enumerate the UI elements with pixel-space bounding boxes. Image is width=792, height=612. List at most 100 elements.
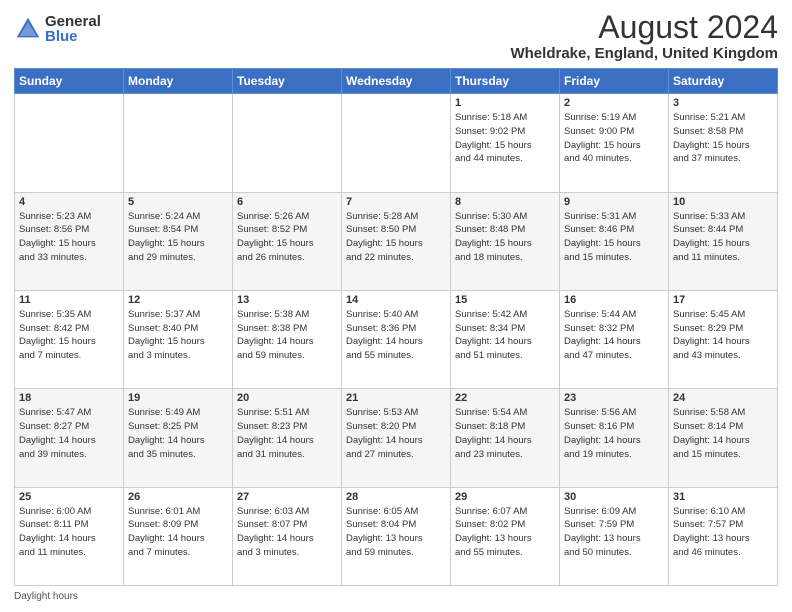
- day-number: 12: [128, 294, 228, 306]
- title-block: August 2024 Wheldrake, England, United K…: [510, 10, 778, 62]
- day-number: 6: [237, 196, 337, 208]
- day-number: 18: [19, 392, 119, 404]
- weekday-header: Wednesday: [342, 69, 451, 94]
- calendar-cell: 14 Sunrise: 5:40 AM Sunset: 8:36 PM Dayli…: [342, 290, 451, 388]
- day-info: Sunrise: 5:37 AM Sunset: 8:40 PM Dayligh…: [128, 308, 228, 363]
- day-info: Sunrise: 5:31 AM Sunset: 8:46 PM Dayligh…: [564, 210, 664, 265]
- calendar-week-row: 18 Sunrise: 5:47 AM Sunset: 8:27 PM Dayli…: [15, 389, 778, 487]
- day-info: Sunrise: 5:38 AM Sunset: 8:38 PM Dayligh…: [237, 308, 337, 363]
- day-number: 8: [455, 196, 555, 208]
- calendar-table: SundayMondayTuesdayWednesdayThursdayFrid…: [14, 68, 778, 586]
- calendar-cell: 23 Sunrise: 5:56 AM Sunset: 8:16 PM Dayli…: [560, 389, 669, 487]
- calendar-week-row: 4 Sunrise: 5:23 AM Sunset: 8:56 PM Daylig…: [15, 192, 778, 290]
- daylight-label: Daylight hours: [14, 591, 78, 602]
- weekday-header: Monday: [124, 69, 233, 94]
- day-info: Sunrise: 5:21 AM Sunset: 8:58 PM Dayligh…: [673, 111, 773, 166]
- day-number: 17: [673, 294, 773, 306]
- day-number: 30: [564, 491, 664, 503]
- day-number: 5: [128, 196, 228, 208]
- month-title: August 2024: [510, 10, 778, 45]
- day-info: Sunrise: 5:56 AM Sunset: 8:16 PM Dayligh…: [564, 406, 664, 461]
- calendar-cell: 20Sunrise: 5:51 AM Sunset: 8:23 PM Dayli…: [233, 389, 342, 487]
- day-number: 28: [346, 491, 446, 503]
- day-info: Sunrise: 5:23 AM Sunset: 8:56 PM Dayligh…: [19, 210, 119, 265]
- day-number: 19: [128, 392, 228, 404]
- day-info: Sunrise: 5:18 AM Sunset: 9:02 PM Dayligh…: [455, 111, 555, 166]
- day-info: Sunrise: 5:58 AM Sunset: 8:14 PM Dayligh…: [673, 406, 773, 461]
- day-info: Sunrise: 5:40 AM Sunset: 8:36 PM Dayligh…: [346, 308, 446, 363]
- day-number: 20: [237, 392, 337, 404]
- day-info: Sunrise: 6:10 AM Sunset: 7:57 PM Dayligh…: [673, 505, 773, 560]
- day-number: 21: [346, 392, 446, 404]
- calendar-week-row: 25 Sunrise: 6:00 AM Sunset: 8:11 PM Dayli…: [15, 487, 778, 585]
- calendar-cell: 17 Sunrise: 5:45 AM Sunset: 8:29 PM Dayli…: [669, 290, 778, 388]
- footer-row: Daylight hours: [14, 591, 778, 602]
- day-number: 31: [673, 491, 773, 503]
- day-info: Sunrise: 6:00 AM Sunset: 8:11 PM Dayligh…: [19, 505, 119, 560]
- day-number: 23: [564, 392, 664, 404]
- day-number: 10: [673, 196, 773, 208]
- calendar-cell: 16Sunrise: 5:44 AM Sunset: 8:32 PM Dayli…: [560, 290, 669, 388]
- calendar-cell: 26Sunrise: 6:01 AM Sunset: 8:09 PM Dayli…: [124, 487, 233, 585]
- calendar-cell: 24Sunrise: 5:58 AM Sunset: 8:14 PM Dayli…: [669, 389, 778, 487]
- calendar-cell: 8Sunrise: 5:30 AM Sunset: 8:48 PM Daylig…: [451, 192, 560, 290]
- day-number: 26: [128, 491, 228, 503]
- logo-general: General: [45, 14, 101, 29]
- day-number: 9: [564, 196, 664, 208]
- calendar-cell: 12 Sunrise: 5:37 AM Sunset: 8:40 PM Dayli…: [124, 290, 233, 388]
- page: General Blue August 2024 Wheldrake, Engl…: [0, 0, 792, 612]
- day-number: 29: [455, 491, 555, 503]
- calendar-cell: 28Sunrise: 6:05 AM Sunset: 8:04 PM Dayli…: [342, 487, 451, 585]
- calendar-cell: 4 Sunrise: 5:23 AM Sunset: 8:56 PM Daylig…: [15, 192, 124, 290]
- calendar-cell: 25 Sunrise: 6:00 AM Sunset: 8:11 PM Dayli…: [15, 487, 124, 585]
- logo-text: General Blue: [45, 14, 101, 44]
- day-info: Sunrise: 5:45 AM Sunset: 8:29 PM Dayligh…: [673, 308, 773, 363]
- day-number: 22: [455, 392, 555, 404]
- location: Wheldrake, England, United Kingdom: [510, 45, 778, 62]
- day-info: Sunrise: 5:26 AM Sunset: 8:52 PM Dayligh…: [237, 210, 337, 265]
- footer: Daylight hours: [14, 591, 778, 602]
- calendar-cell: 22 Sunrise: 5:54 AM Sunset: 8:18 PM Dayli…: [451, 389, 560, 487]
- day-number: 2: [564, 97, 664, 109]
- day-info: Sunrise: 5:28 AM Sunset: 8:50 PM Dayligh…: [346, 210, 446, 265]
- calendar-cell: 27Sunrise: 6:03 AM Sunset: 8:07 PM Dayli…: [233, 487, 342, 585]
- logo-blue: Blue: [45, 29, 101, 44]
- weekday-header: Sunday: [15, 69, 124, 94]
- calendar-cell: 21 Sunrise: 5:53 AM Sunset: 8:20 PM Dayli…: [342, 389, 451, 487]
- calendar-cell: 13 Sunrise: 5:38 AM Sunset: 8:38 PM Dayli…: [233, 290, 342, 388]
- calendar-cell: 29 Sunrise: 6:07 AM Sunset: 8:02 PM Dayli…: [451, 487, 560, 585]
- day-number: 15: [455, 294, 555, 306]
- calendar-cell: 30 Sunrise: 6:09 AM Sunset: 7:59 PM Dayli…: [560, 487, 669, 585]
- calendar-cell: 2 Sunrise: 5:19 AM Sunset: 9:00 PM Daylig…: [560, 94, 669, 192]
- day-info: Sunrise: 5:42 AM Sunset: 8:34 PM Dayligh…: [455, 308, 555, 363]
- calendar-cell: 6 Sunrise: 5:26 AM Sunset: 8:52 PM Daylig…: [233, 192, 342, 290]
- calendar-cell: 18 Sunrise: 5:47 AM Sunset: 8:27 PM Dayli…: [15, 389, 124, 487]
- day-info: Sunrise: 5:44 AM Sunset: 8:32 PM Dayligh…: [564, 308, 664, 363]
- calendar-week-row: 1 Sunrise: 5:18 AM Sunset: 9:02 PM Daylig…: [15, 94, 778, 192]
- day-info: Sunrise: 5:19 AM Sunset: 9:00 PM Dayligh…: [564, 111, 664, 166]
- logo-icon: [14, 15, 42, 43]
- day-number: 13: [237, 294, 337, 306]
- day-info: Sunrise: 6:03 AM Sunset: 8:07 PM Dayligh…: [237, 505, 337, 560]
- day-number: 25: [19, 491, 119, 503]
- calendar-cell: 5Sunrise: 5:24 AM Sunset: 8:54 PM Daylig…: [124, 192, 233, 290]
- day-number: 1: [455, 97, 555, 109]
- day-info: Sunrise: 5:53 AM Sunset: 8:20 PM Dayligh…: [346, 406, 446, 461]
- calendar-cell: [233, 94, 342, 192]
- day-info: Sunrise: 6:09 AM Sunset: 7:59 PM Dayligh…: [564, 505, 664, 560]
- calendar-cell: [124, 94, 233, 192]
- calendar-cell: 9 Sunrise: 5:31 AM Sunset: 8:46 PM Daylig…: [560, 192, 669, 290]
- day-number: 14: [346, 294, 446, 306]
- calendar-cell: 10Sunrise: 5:33 AM Sunset: 8:44 PM Dayli…: [669, 192, 778, 290]
- calendar-cell: [15, 94, 124, 192]
- weekday-header: Saturday: [669, 69, 778, 94]
- day-info: Sunrise: 5:54 AM Sunset: 8:18 PM Dayligh…: [455, 406, 555, 461]
- calendar-cell: 3Sunrise: 5:21 AM Sunset: 8:58 PM Daylig…: [669, 94, 778, 192]
- day-info: Sunrise: 5:47 AM Sunset: 8:27 PM Dayligh…: [19, 406, 119, 461]
- day-info: Sunrise: 6:07 AM Sunset: 8:02 PM Dayligh…: [455, 505, 555, 560]
- calendar-cell: 31 Sunrise: 6:10 AM Sunset: 7:57 PM Dayli…: [669, 487, 778, 585]
- day-number: 4: [19, 196, 119, 208]
- calendar-cell: 11Sunrise: 5:35 AM Sunset: 8:42 PM Dayli…: [15, 290, 124, 388]
- logo: General Blue: [14, 14, 101, 44]
- day-number: 11: [19, 294, 119, 306]
